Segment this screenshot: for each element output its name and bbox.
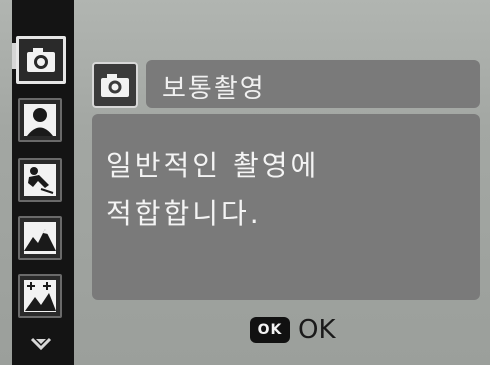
description-line-1: 일반적인 촬영에 [106,149,320,182]
camera-icon [27,48,55,72]
ok-label: OK [298,315,336,345]
mode-item-landscape[interactable] [18,216,62,260]
mode-title-bar: 보통촬영 [146,60,480,108]
mode-title: 보통촬영 [162,74,266,104]
sports-icon [24,164,56,196]
description-line-2: 적합합니다. [106,197,262,230]
mode-item-night[interactable] [18,274,62,318]
title-mode-icon [92,62,138,108]
mode-item-auto[interactable] [16,36,66,84]
camera-icon [101,74,129,97]
mode-item-sports[interactable] [18,158,62,202]
ok-button[interactable]: OK OK [250,312,336,348]
landscape-icon [24,222,56,254]
camera-screen: 보통촬영 일반적인 촬영에 적합합니다. OK OK [0,0,490,365]
chevron-down-icon [30,337,52,351]
scroll-down-button[interactable] [26,332,56,354]
mode-item-portrait[interactable] [18,98,62,142]
night-scene-icon [24,280,56,312]
scene-mode-strip [12,0,74,365]
ok-button-icon: OK [250,317,290,343]
mode-description-panel: 일반적인 촬영에 적합합니다. [92,114,480,300]
portrait-icon [24,104,56,136]
